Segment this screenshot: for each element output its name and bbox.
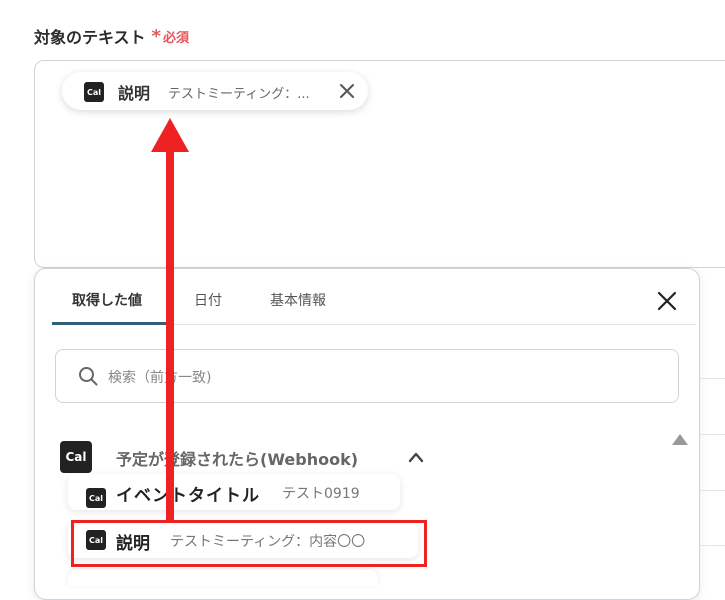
field-label: 対象のテキスト * 必須 — [34, 24, 189, 48]
cal-logo-icon: Cal — [60, 441, 92, 473]
tab-basic-info[interactable]: 基本情報 — [270, 290, 326, 310]
divider-line — [700, 434, 725, 435]
item-value: テスト0919 — [282, 486, 360, 502]
close-icon[interactable] — [338, 82, 356, 100]
scroll-up-arrow-icon[interactable] — [671, 432, 689, 446]
active-tab-indicator — [52, 322, 170, 325]
required-star: * — [151, 25, 161, 47]
search-icon — [79, 367, 98, 386]
divider-line — [700, 490, 725, 491]
divider-line — [700, 545, 725, 546]
selected-value-chip[interactable]: Cal 説明 テストミーティング：... — [62, 72, 368, 110]
search-input[interactable]: 検索（前方一致) — [55, 349, 679, 403]
tab-acquired-values[interactable]: 取得した値 — [72, 290, 142, 310]
cal-logo-icon: Cal — [84, 82, 104, 102]
close-icon[interactable] — [656, 290, 678, 312]
item-label: イベントタイトル — [116, 486, 260, 506]
chip-label: 説明 — [118, 84, 151, 103]
list-item[interactable] — [68, 570, 378, 586]
cal-logo-icon: Cal — [86, 488, 106, 508]
required-text: 必須 — [162, 30, 189, 46]
tab-date[interactable]: 日付 — [194, 290, 222, 310]
highlight-box — [71, 520, 427, 567]
group-title[interactable]: 予定が登録されたら(Webhook) — [116, 446, 358, 470]
search-placeholder: 検索（前方一致) — [108, 370, 212, 386]
chip-value: テストミーティング：... — [168, 87, 310, 102]
field-label-text: 対象のテキスト — [34, 28, 146, 47]
divider-line — [700, 378, 725, 379]
chevron-up-icon[interactable] — [408, 450, 424, 464]
list-item-event-title[interactable]: Cal イベントタイトル テスト0919 — [68, 474, 400, 510]
